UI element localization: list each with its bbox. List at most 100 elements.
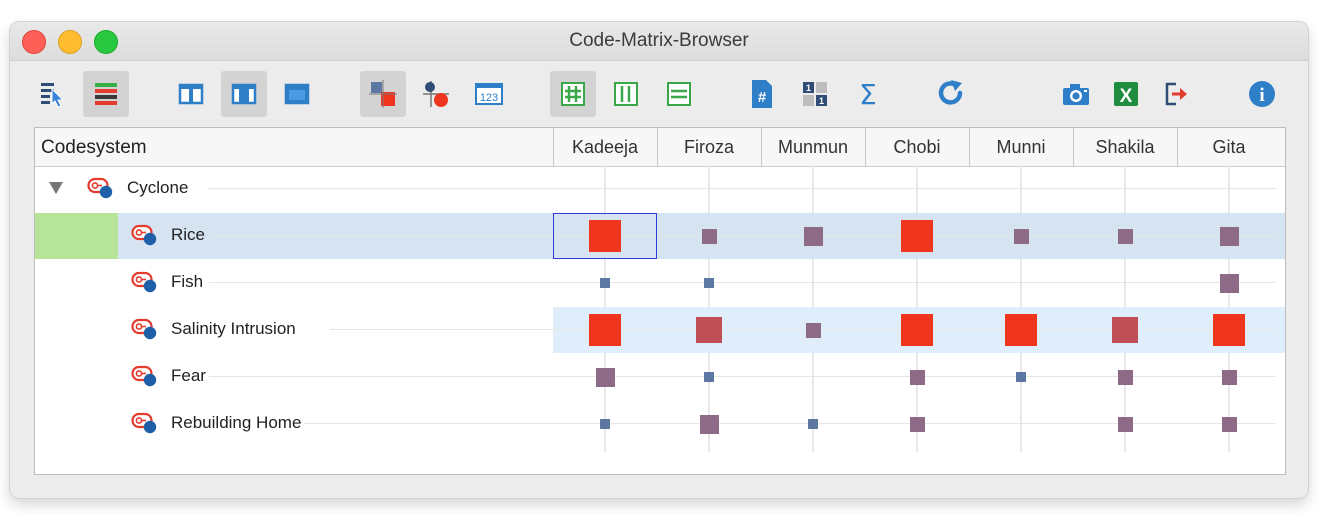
info-button[interactable]: i bbox=[1239, 71, 1285, 117]
export-button[interactable] bbox=[1153, 71, 1199, 117]
matrix-cell-square[interactable] bbox=[1219, 226, 1239, 246]
code-row-parent[interactable]: Cyclone bbox=[35, 166, 1285, 212]
selection-marker bbox=[35, 213, 118, 259]
export-icon bbox=[1165, 82, 1187, 106]
code-row[interactable]: Salinity Intrusion bbox=[35, 307, 1285, 353]
row-view-button[interactable] bbox=[656, 71, 702, 117]
numbers-view-icon: 123 bbox=[475, 83, 503, 105]
select-mode-button[interactable] bbox=[30, 71, 76, 117]
matrix-cell-square[interactable] bbox=[1117, 369, 1133, 385]
code-row[interactable]: Fish bbox=[35, 260, 1285, 306]
matrix-cell-square[interactable] bbox=[1112, 317, 1138, 343]
squares-view-button[interactable] bbox=[360, 71, 406, 117]
layout-full-icon bbox=[284, 83, 310, 105]
row-guide-line bbox=[209, 235, 1275, 236]
matrix-cell-square[interactable] bbox=[589, 220, 621, 252]
matrix-cell-square[interactable] bbox=[1221, 416, 1237, 432]
matrix-cell-square[interactable] bbox=[1221, 369, 1237, 385]
svg-text:X: X bbox=[1120, 86, 1133, 107]
matrix-cell-square[interactable] bbox=[600, 419, 610, 429]
matrix-cell-square[interactable] bbox=[901, 314, 933, 346]
camera-icon bbox=[1063, 84, 1089, 105]
window-title: Code-Matrix-Browser bbox=[569, 30, 749, 51]
matrix-panel: Codesystem Kadeeja Firoza Munmun Chobi Munni… bbox=[34, 127, 1286, 475]
matrix-cell-square[interactable] bbox=[701, 228, 717, 244]
matrix-cell-square[interactable] bbox=[1213, 314, 1245, 346]
matrix-cell-square[interactable] bbox=[1005, 314, 1037, 346]
matrix-cell-square[interactable] bbox=[1117, 416, 1133, 432]
code-icon bbox=[131, 224, 157, 246]
layout-middle-button[interactable] bbox=[221, 71, 267, 117]
code-row[interactable]: Rebuilding Home bbox=[35, 401, 1285, 447]
matrix-cell-square[interactable] bbox=[600, 278, 610, 288]
refresh-icon bbox=[938, 80, 963, 105]
matrix-cell-square[interactable] bbox=[803, 226, 823, 246]
sigma-icon: Σ bbox=[859, 79, 877, 109]
code-label: Rice bbox=[171, 225, 206, 244]
matrix-cell-square[interactable] bbox=[1117, 228, 1133, 244]
layout-full-button[interactable] bbox=[274, 71, 320, 117]
numbers-view-button[interactable]: 123 bbox=[466, 71, 512, 117]
matrix-cell-square[interactable] bbox=[595, 367, 615, 387]
code-row[interactable]: Rice bbox=[35, 213, 1285, 259]
column-header-shakila[interactable]: Shakila bbox=[1073, 137, 1177, 158]
squares-view-icon bbox=[369, 80, 397, 108]
code-label: Fish bbox=[171, 272, 204, 291]
code-row[interactable]: Fear bbox=[35, 354, 1285, 400]
svg-text:1: 1 bbox=[819, 96, 824, 106]
matrix-cell-square[interactable] bbox=[1219, 273, 1239, 293]
row-guide-line bbox=[207, 188, 1277, 189]
snapshot-button[interactable] bbox=[1053, 71, 1099, 117]
refresh-button[interactable] bbox=[928, 71, 974, 117]
matrix-cell-square[interactable] bbox=[704, 372, 714, 382]
svg-text:1: 1 bbox=[806, 83, 811, 93]
column-header-munni[interactable]: Munni bbox=[969, 137, 1073, 158]
code-label: Fear bbox=[171, 366, 206, 385]
title-bar: Code-Matrix-Browser bbox=[10, 22, 1308, 61]
matrix-cell-square[interactable] bbox=[1013, 228, 1029, 244]
matrix-cell-square[interactable] bbox=[909, 416, 925, 432]
binary-button[interactable]: 11 bbox=[792, 71, 838, 117]
code-label: Salinity Intrusion bbox=[171, 319, 296, 338]
svg-text:i: i bbox=[1259, 85, 1264, 106]
layout-top-button[interactable] bbox=[168, 71, 214, 117]
layout-middle-icon bbox=[231, 83, 257, 105]
excel-export-button[interactable]: X bbox=[1103, 71, 1149, 117]
row-guide-line bbox=[209, 376, 1275, 377]
symbols-view-button[interactable] bbox=[413, 71, 459, 117]
cell-grid-button[interactable] bbox=[550, 71, 596, 117]
column-header-kadeeja[interactable]: Kadeeja bbox=[553, 137, 657, 158]
hash-button[interactable]: # bbox=[739, 71, 785, 117]
column-view-button[interactable] bbox=[603, 71, 649, 117]
excel-icon: X bbox=[1114, 82, 1138, 107]
row-guide-line bbox=[209, 282, 1275, 283]
matrix-cell-square[interactable] bbox=[805, 322, 821, 338]
code-matrix-window: Code-Matrix-Browser 123 # 1 1 Σ X i Code… bbox=[10, 22, 1308, 498]
column-header-munmun[interactable]: Munmun bbox=[761, 137, 865, 158]
matrix-cell-square[interactable] bbox=[704, 278, 714, 288]
code-label: Cyclone bbox=[127, 178, 189, 197]
matrix-cell-square[interactable] bbox=[808, 419, 818, 429]
matrix-cell-square[interactable] bbox=[901, 220, 933, 252]
select-mode-icon bbox=[41, 83, 65, 108]
matrix-cell-square[interactable] bbox=[1016, 372, 1026, 382]
expand-triangle-icon[interactable] bbox=[49, 182, 63, 194]
matrix-cell-square[interactable] bbox=[699, 414, 719, 434]
code-label: Rebuilding Home bbox=[171, 413, 302, 432]
matrix-header: Codesystem Kadeeja Firoza Munmun Chobi Munni… bbox=[35, 128, 1285, 167]
column-header-chobi[interactable]: Chobi bbox=[865, 137, 969, 158]
column-header-gita[interactable]: Gita bbox=[1177, 137, 1281, 158]
code-icon bbox=[87, 177, 113, 199]
binary-icon: 11 bbox=[803, 82, 827, 106]
column-header-firoza[interactable]: Firoza bbox=[657, 137, 761, 158]
code-icon bbox=[131, 412, 157, 434]
code-icon bbox=[131, 318, 157, 340]
matrix-cell-square[interactable] bbox=[696, 317, 722, 343]
codesystem-header: Codesystem bbox=[41, 137, 147, 158]
matrix-cell-square[interactable] bbox=[589, 314, 621, 346]
column-view-icon bbox=[614, 82, 638, 106]
svg-text:123: 123 bbox=[480, 92, 498, 104]
sigma-button[interactable]: Σ bbox=[845, 71, 891, 117]
matrix-cell-square[interactable] bbox=[909, 369, 925, 385]
code-colors-button[interactable] bbox=[83, 71, 129, 117]
